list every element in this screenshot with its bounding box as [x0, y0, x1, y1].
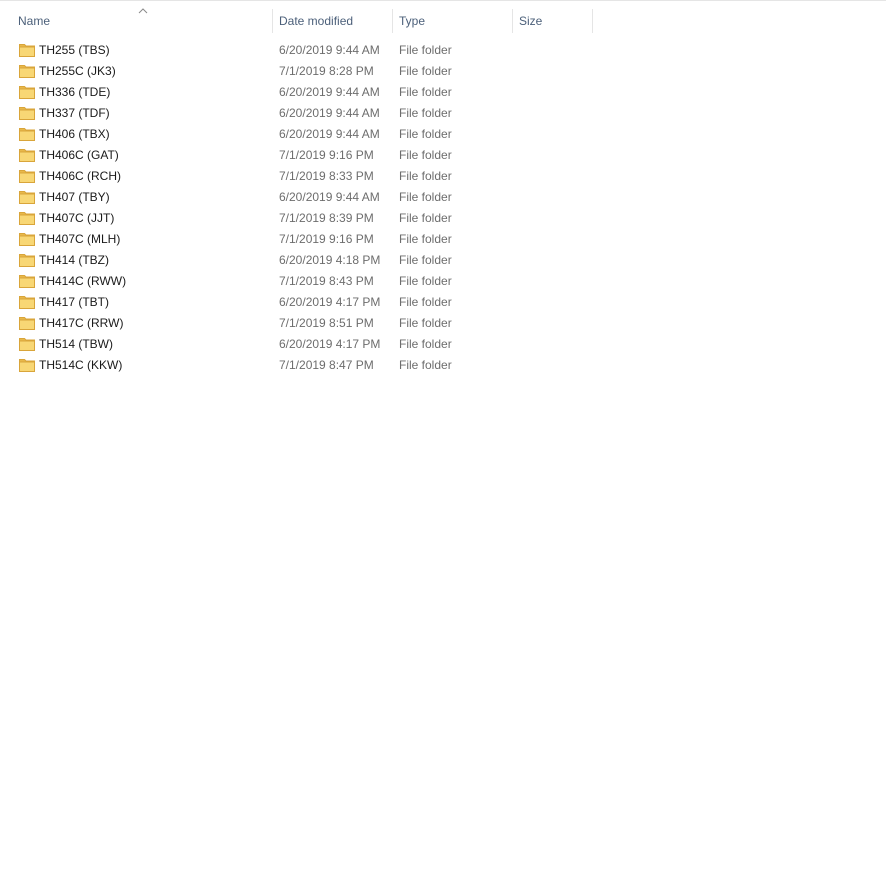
list-item[interactable]: TH336 (TDE) 6/20/2019 9:44 AM File folder [0, 82, 600, 103]
list-item[interactable]: TH337 (TDF) 6/20/2019 9:44 AM File folder [0, 103, 600, 124]
date-modified: 6/20/2019 9:44 AM [279, 106, 380, 120]
folder-icon [19, 148, 35, 162]
column-header-size-label: Size [519, 14, 543, 28]
date-modified: 7/1/2019 8:47 PM [279, 358, 374, 372]
list-item[interactable]: TH417C (RRW) 7/1/2019 8:51 PM File folder [0, 313, 600, 334]
file-type: File folder [399, 190, 452, 204]
folder-icon [19, 127, 35, 141]
list-item[interactable]: TH255C (JK3) 7/1/2019 8:28 PM File folder [0, 61, 600, 82]
list-item[interactable]: TH407C (MLH) 7/1/2019 9:16 PM File folder [0, 229, 600, 250]
file-type: File folder [399, 43, 452, 57]
file-list: TH255 (TBS) 6/20/2019 9:44 AM File folder T… [0, 40, 886, 376]
column-header-bar: Name Date modified Type Size [0, 1, 886, 34]
file-name: TH406 (TBX) [39, 127, 110, 141]
column-header-size[interactable]: Size [513, 1, 593, 34]
file-name: TH337 (TDF) [39, 106, 110, 120]
file-type: File folder [399, 85, 452, 99]
file-name: TH407 (TBY) [39, 190, 110, 204]
file-type: File folder [399, 232, 452, 246]
date-modified: 7/1/2019 9:16 PM [279, 148, 374, 162]
list-item[interactable]: TH514 (TBW) 6/20/2019 4:17 PM File folder [0, 334, 600, 355]
file-name: TH417C (RRW) [39, 316, 124, 330]
column-header-name[interactable]: Name [12, 1, 273, 34]
list-item[interactable]: TH407C (JJT) 7/1/2019 8:39 PM File folder [0, 208, 600, 229]
file-type: File folder [399, 274, 452, 288]
folder-icon [19, 253, 35, 267]
list-item[interactable]: TH414C (RWW) 7/1/2019 8:43 PM File folder [0, 271, 600, 292]
folder-icon [19, 358, 35, 372]
file-name: TH406C (RCH) [39, 169, 122, 183]
date-modified: 6/20/2019 4:17 PM [279, 337, 381, 351]
file-name: TH406C (GAT) [39, 148, 119, 162]
column-separator[interactable] [592, 9, 593, 33]
folder-icon [19, 64, 35, 78]
folder-icon [19, 190, 35, 204]
date-modified: 6/20/2019 9:44 AM [279, 127, 380, 141]
file-name: TH414 (TBZ) [39, 253, 110, 267]
list-item[interactable]: TH406 (TBX) 6/20/2019 9:44 AM File folder [0, 124, 600, 145]
date-modified: 6/20/2019 9:44 AM [279, 43, 380, 57]
file-name: TH417 (TBT) [39, 295, 110, 309]
file-type: File folder [399, 148, 452, 162]
file-type: File folder [399, 253, 452, 267]
file-type: File folder [399, 64, 452, 78]
list-item[interactable]: TH255 (TBS) 6/20/2019 9:44 AM File folder [0, 40, 600, 61]
column-header-date-label: Date modified [279, 14, 354, 28]
file-type: File folder [399, 127, 452, 141]
file-name: TH414C (RWW) [39, 274, 127, 288]
chevron-up-icon [137, 7, 149, 15]
column-header-name-label: Name [18, 14, 51, 28]
folder-icon [19, 295, 35, 309]
file-type: File folder [399, 316, 452, 330]
date-modified: 6/20/2019 9:44 AM [279, 190, 380, 204]
file-name: TH336 (TDE) [39, 85, 111, 99]
date-modified: 6/20/2019 9:44 AM [279, 85, 380, 99]
folder-icon [19, 232, 35, 246]
file-name: TH514 (TBW) [39, 337, 114, 351]
folder-icon [19, 337, 35, 351]
folder-icon [19, 169, 35, 183]
folder-icon [19, 43, 35, 57]
column-header-date-modified[interactable]: Date modified [273, 1, 393, 34]
date-modified: 7/1/2019 9:16 PM [279, 232, 374, 246]
file-name: TH407C (MLH) [39, 232, 121, 246]
date-modified: 7/1/2019 8:43 PM [279, 274, 374, 288]
file-type: File folder [399, 169, 452, 183]
file-name: TH407C (JJT) [39, 211, 115, 225]
list-item[interactable]: TH406C (RCH) 7/1/2019 8:33 PM File folder [0, 166, 600, 187]
file-name: TH255C (JK3) [39, 64, 116, 78]
column-header-type-label: Type [399, 14, 426, 28]
list-item[interactable]: TH514C (KKW) 7/1/2019 8:47 PM File folder [0, 355, 600, 376]
date-modified: 6/20/2019 4:18 PM [279, 253, 381, 267]
file-name: TH514C (KKW) [39, 358, 123, 372]
file-type: File folder [399, 295, 452, 309]
file-type: File folder [399, 358, 452, 372]
date-modified: 7/1/2019 8:28 PM [279, 64, 374, 78]
file-type: File folder [399, 211, 452, 225]
list-item[interactable]: TH406C (GAT) 7/1/2019 9:16 PM File folder [0, 145, 600, 166]
date-modified: 7/1/2019 8:51 PM [279, 316, 374, 330]
folder-icon [19, 274, 35, 288]
list-item[interactable]: TH407 (TBY) 6/20/2019 9:44 AM File folder [0, 187, 600, 208]
date-modified: 6/20/2019 4:17 PM [279, 295, 381, 309]
folder-icon [19, 85, 35, 99]
date-modified: 7/1/2019 8:39 PM [279, 211, 374, 225]
folder-icon [19, 211, 35, 225]
file-name: TH255 (TBS) [39, 43, 110, 57]
list-item[interactable]: TH414 (TBZ) 6/20/2019 4:18 PM File folder [0, 250, 600, 271]
date-modified: 7/1/2019 8:33 PM [279, 169, 374, 183]
folder-icon [19, 106, 35, 120]
folder-icon [19, 316, 35, 330]
list-item[interactable]: TH417 (TBT) 6/20/2019 4:17 PM File folder [0, 292, 600, 313]
column-header-type[interactable]: Type [393, 1, 513, 34]
file-type: File folder [399, 106, 452, 120]
file-type: File folder [399, 337, 452, 351]
